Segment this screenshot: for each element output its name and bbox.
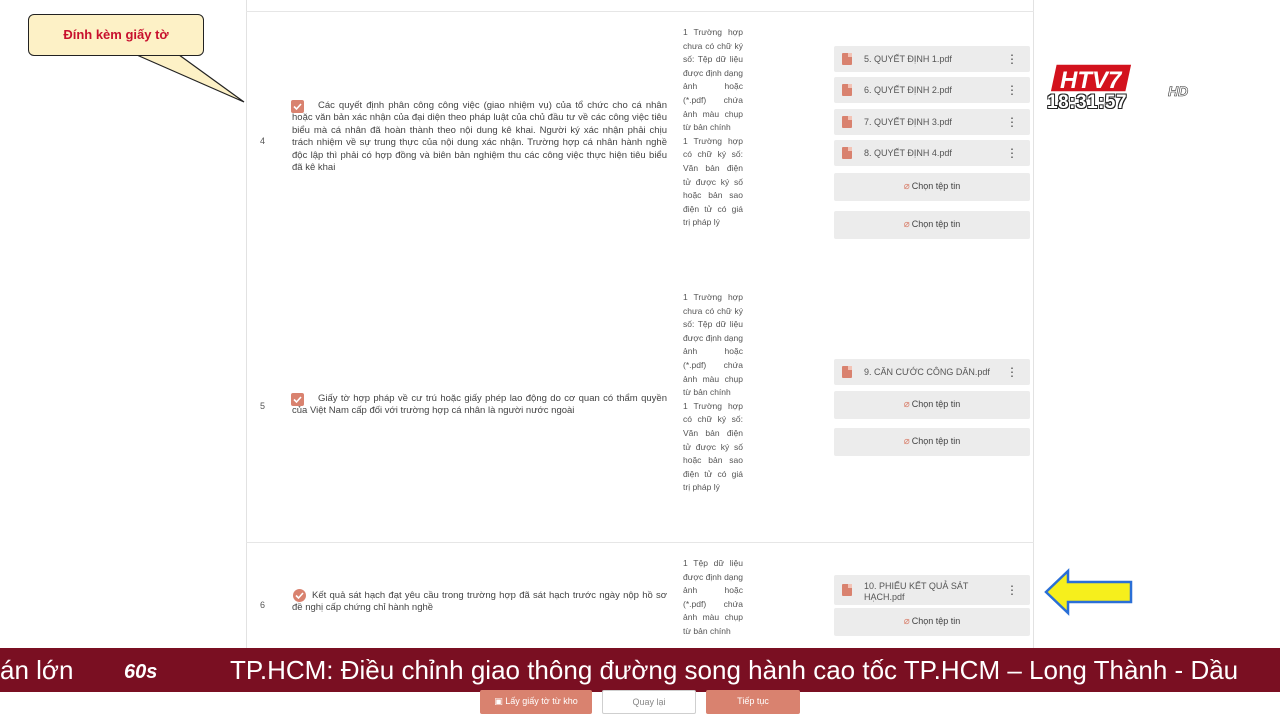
choose-file-label: Chọn tệp tin [911, 616, 961, 626]
file-icon [842, 366, 852, 378]
paperclip-icon: ⌀ [903, 399, 910, 410]
file-name: 7. QUYẾT ĐỊNH 3.pdf [864, 117, 952, 127]
continue-button[interactable]: Tiếp tục [706, 690, 800, 714]
file-name: 10. PHIẾU KẾT QUẢ SÁT HẠCH.pdf [864, 581, 969, 602]
choose-file-label: Chọn tệp tin [911, 219, 961, 229]
more-options-icon[interactable]: ⋮ [1006, 52, 1018, 66]
attached-file[interactable]: 8. QUYẾT ĐỊNH 4.pdf ⋮ [834, 140, 1030, 166]
file-icon [842, 84, 852, 96]
yellow-arrow-icon [1044, 568, 1133, 616]
logo-wordmark: HTV7 [1060, 67, 1123, 94]
file-icon [842, 53, 852, 65]
ticker-brand-text: 60s [124, 661, 157, 683]
ticker-headline: TP.HCM: Điều chỉnh giao thông đường song… [230, 655, 1239, 685]
ticker-previous-text: án lớn [0, 655, 74, 685]
file-name: 9. CĂN CƯỚC CÔNG DÂN.pdf [864, 367, 990, 377]
file-name: 5. QUYẾT ĐỊNH 1.pdf [864, 54, 952, 64]
fetch-from-store-button[interactable]: ▣ Lấy giấy tờ từ kho [480, 690, 592, 714]
ticker-brand-logo: 60s [124, 661, 157, 683]
choose-file-label: Chọn tệp tin [911, 181, 961, 191]
row-index: 4 [260, 136, 266, 146]
fetch-from-store-label: Lấy giấy tờ từ kho [505, 696, 578, 706]
file-icon [842, 147, 852, 159]
attached-file[interactable]: 10. PHIẾU KẾT QUẢ SÁT HẠCH.pdf ⋮ [834, 575, 1030, 605]
more-options-icon[interactable]: ⋮ [1006, 365, 1018, 379]
row-description: Kết quả sát hạch đạt yêu cầu trong trườn… [292, 590, 667, 614]
row-index: 6 [260, 600, 266, 610]
choose-file-button[interactable]: ⌀ Chọn tệp tin [834, 173, 1030, 201]
choose-file-button[interactable]: ⌀ Chọn tệp tin [834, 391, 1030, 419]
file-name: 8. QUYẾT ĐỊNH 4.pdf [864, 148, 952, 158]
more-options-icon[interactable]: ⋮ [1006, 583, 1018, 597]
attached-file[interactable]: 5. QUYẾT ĐỊNH 1.pdf ⋮ [834, 46, 1030, 72]
file-name: 6. QUYẾT ĐỊNH 2.pdf [864, 85, 952, 95]
attached-file[interactable]: 7. QUYẾT ĐỊNH 3.pdf ⋮ [834, 109, 1030, 135]
choose-file-label: Chọn tệp tin [911, 399, 961, 409]
row-divider [246, 542, 1034, 543]
row-description: Giấy tờ hợp pháp về cư trú hoặc giấy phé… [292, 393, 667, 417]
paperclip-icon: ⌀ [903, 181, 910, 192]
choose-file-button[interactable]: ⌀ Chọn tệp tin [834, 211, 1030, 239]
broadcast-clock: 18:31:57 [1047, 92, 1128, 113]
more-options-icon[interactable]: ⋮ [1006, 146, 1018, 160]
callout-label: Đính kèm giấy tờ [28, 14, 204, 56]
paperclip-icon: ⌀ [903, 616, 910, 627]
row-divider [246, 11, 1034, 12]
more-options-icon[interactable]: ⋮ [1006, 115, 1018, 129]
news-ticker: án lớn 60s TP.HCM: Điều chỉnh giao thông… [0, 648, 1280, 692]
attached-file[interactable]: 6. QUYẾT ĐỊNH 2.pdf ⋮ [834, 77, 1030, 103]
row-requirements: 1 Trường hợp chưa có chữ ký số: Tệp dữ l… [683, 292, 743, 493]
download-icon: ▣ [494, 696, 506, 706]
back-button[interactable]: Quay lại [602, 690, 696, 714]
file-icon [842, 584, 852, 596]
row-index: 5 [260, 401, 266, 411]
row-description: Các quyết định phân công công việc (giao… [292, 100, 667, 174]
row-requirements: 1 Tệp dữ liệu được định dạng ảnh hoặc (*… [683, 558, 743, 636]
row-requirements: 1 Trường hợp chưa có chữ ký số: Tệp dữ l… [683, 27, 743, 228]
choose-file-button[interactable]: ⌀ Chọn tệp tin [834, 428, 1030, 456]
logo-suffix: HD [1168, 83, 1188, 99]
file-icon [842, 116, 852, 128]
attached-file[interactable]: 9. CĂN CƯỚC CÔNG DÂN.pdf ⋮ [834, 359, 1030, 385]
paperclip-icon: ⌀ [903, 436, 910, 447]
choose-file-button[interactable]: ⌀ Chọn tệp tin [834, 608, 1030, 636]
choose-file-label: Chọn tệp tin [911, 436, 961, 446]
paperclip-icon: ⌀ [903, 219, 910, 230]
more-options-icon[interactable]: ⋮ [1006, 83, 1018, 97]
